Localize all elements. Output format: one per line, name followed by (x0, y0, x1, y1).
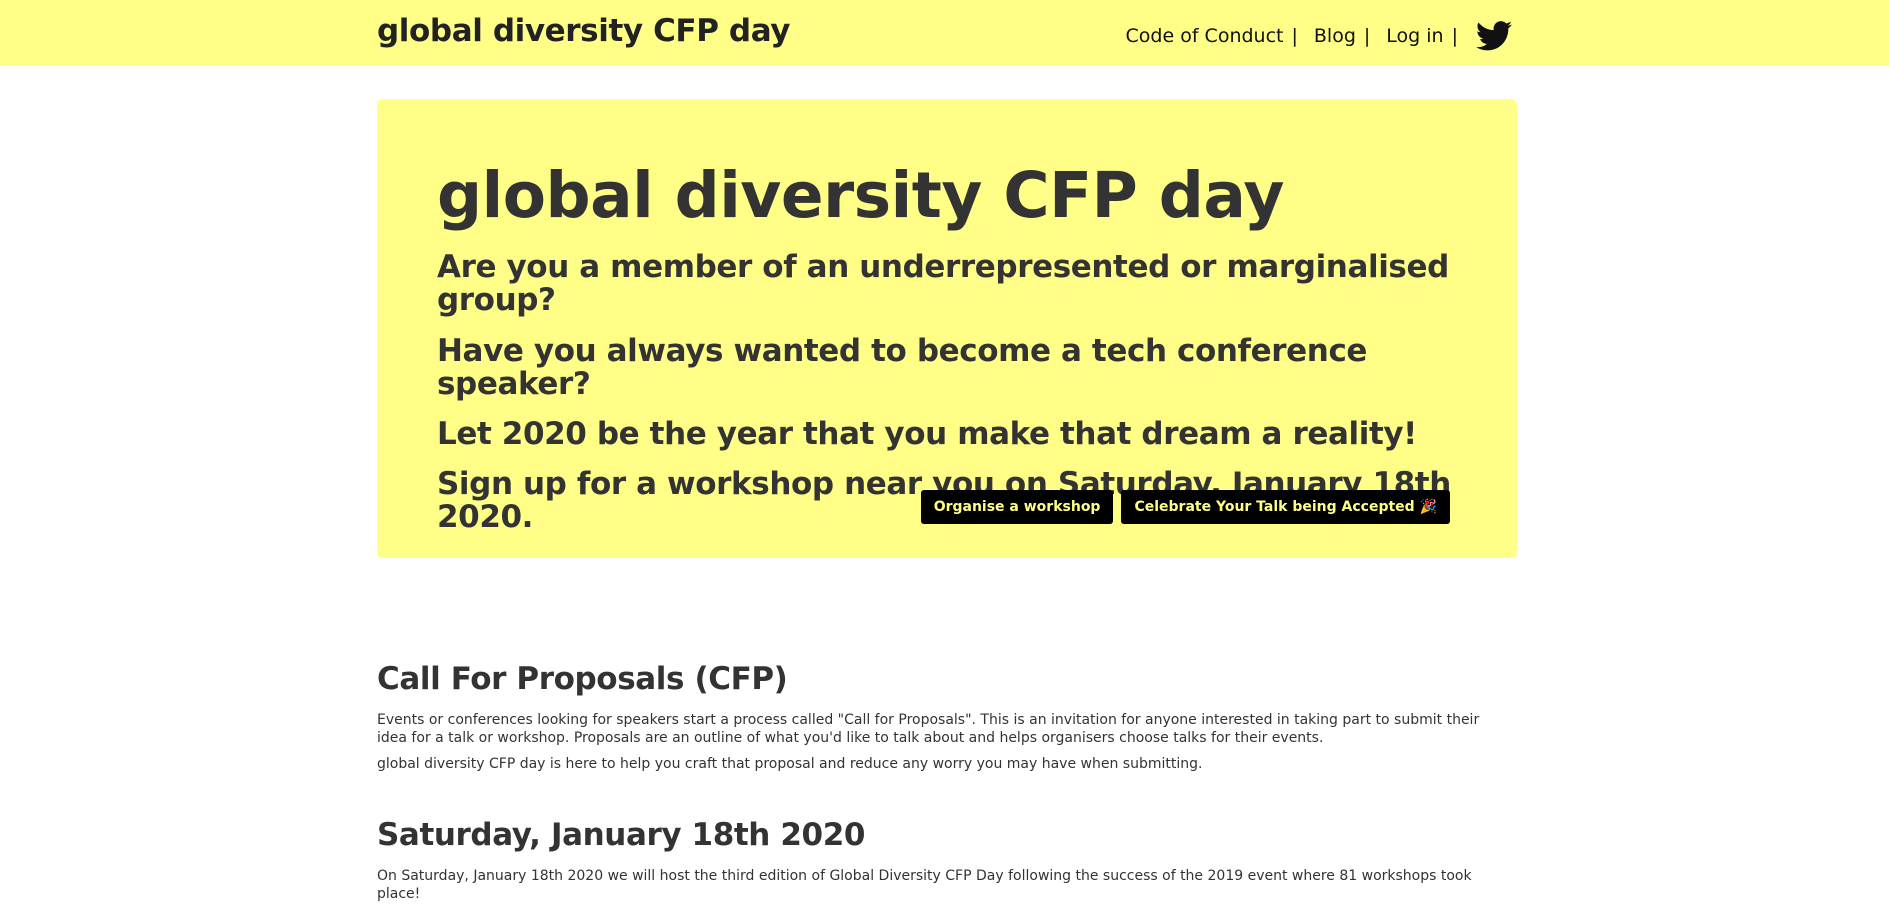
hero-line: Have you always wanted to become a tech … (437, 333, 1368, 402)
hero-line: Are you a member of an underrepresented … (437, 249, 1449, 318)
nav-login-link[interactable]: Log in (1386, 25, 1443, 47)
nav-code-of-conduct-link[interactable]: Code of Conduct (1126, 25, 1284, 47)
nav-separator: | (1291, 25, 1298, 47)
section-paragraph: On Saturday, January 18th 2020 we will h… (377, 868, 1472, 902)
section-paragraph: Events or conferences looking for speake… (377, 712, 1480, 746)
hero-buttons: Organise a workshop Celebrate Your Talk … (920, 490, 1450, 524)
section-title: Saturday, January 18th 2020 (377, 817, 866, 853)
section-paragraph: global diversity CFP day is here to help… (377, 756, 1203, 772)
nav-separator: | (1451, 25, 1458, 47)
hero-jumbotron: global diversity CFP day Are you a membe… (377, 99, 1517, 558)
hero-title: global diversity CFP day (437, 159, 1285, 232)
section-title: Call For Proposals (CFP) (377, 661, 788, 697)
twitter-icon[interactable] (1476, 21, 1512, 51)
nav-separator: | (1363, 25, 1371, 47)
event-date-section: Saturday, January 18th 2020 On Saturday,… (377, 817, 1517, 911)
nav-blog-link[interactable]: Blog (1314, 25, 1356, 47)
cfp-section: Call For Proposals (CFP) Events or confe… (377, 661, 1517, 781)
brand-link[interactable]: global diversity CFP day (377, 13, 790, 49)
organise-workshop-button[interactable]: Organise a workshop (920, 490, 1114, 524)
top-navbar: global diversity CFP day Code of Conduct… (0, 0, 1889, 66)
hero-line: Let 2020 be the year that you make that … (437, 416, 1417, 452)
celebrate-talk-button[interactable]: Celebrate Your Talk being Accepted 🎉 (1121, 490, 1450, 524)
nav-links: Code of Conduct | Blog | Log in | (1126, 16, 1512, 56)
